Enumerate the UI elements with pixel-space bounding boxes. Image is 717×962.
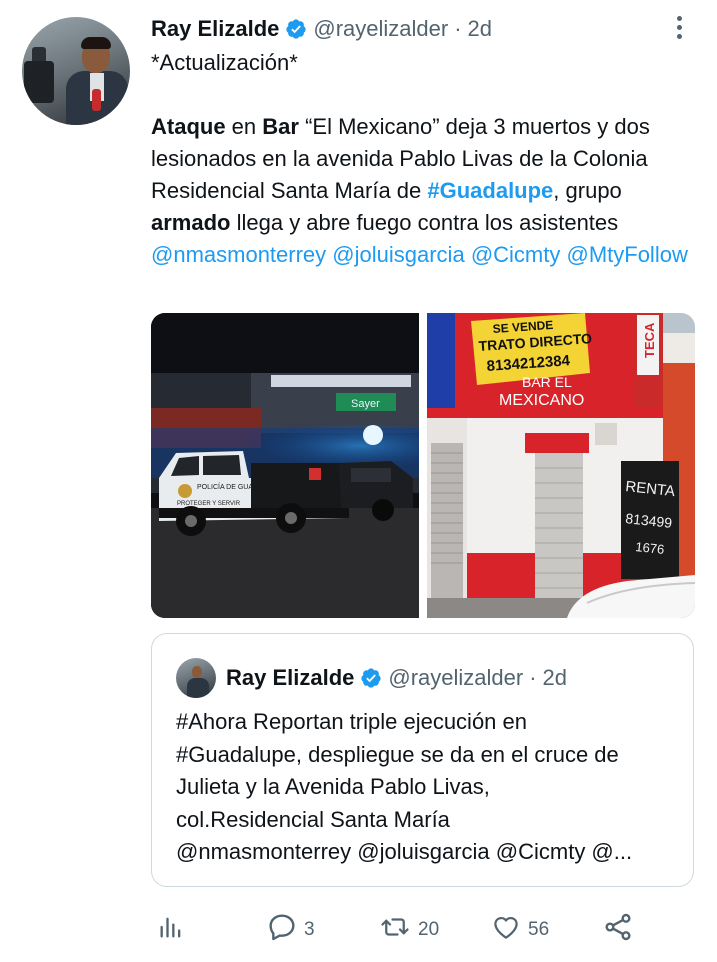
- retweet-count: 20: [418, 919, 440, 940]
- photo1-truck-motto: PROTEGER Y SERVIR: [177, 501, 241, 507]
- quoted-line: #Ahora Reportan triple ejecución en: [176, 709, 528, 734]
- avatar-microphone: [92, 89, 101, 111]
- photo2-bar-name-2: MEXICANO: [499, 392, 584, 409]
- hashtag-guadalupe[interactable]: #Guadalupe: [427, 178, 553, 203]
- share-button[interactable]: [602, 910, 634, 950]
- photo1-sign-text: Sayer: [351, 398, 380, 410]
- retweet-button[interactable]: 20: [378, 910, 439, 950]
- retweet-icon: [378, 912, 412, 948]
- reply-icon: [266, 911, 298, 949]
- tweet-header: Ray Elizalde @rayelizalder · 2d: [151, 16, 492, 42]
- mention-mtyfollow[interactable]: @MtyFollow: [566, 242, 687, 267]
- quoted-author-name: Ray Elizalde: [226, 665, 355, 690]
- verified-badge-icon: [285, 18, 307, 40]
- photo2-bar-name-1: BAR EL: [522, 374, 572, 390]
- quoted-line: #Guadalupe, despliegue se da en el cruce…: [176, 741, 619, 767]
- quoted-separator: ·: [529, 665, 537, 690]
- quoted-author-handle: @rayelizalder: [388, 665, 524, 690]
- like-icon: [490, 912, 522, 948]
- quoted-line: col.Residencial Santa María: [176, 806, 450, 832]
- quoted-text: #Ahora Reportan triple ejecución en #Gua…: [176, 706, 676, 869]
- bold-bar: Bar: [262, 114, 299, 139]
- analytics-icon: [157, 913, 185, 947]
- quoted-line: @nmasmonterrey @joluisgarcia @Cicmty @..…: [176, 839, 633, 864]
- quoted-time: 2d: [542, 665, 568, 690]
- author-handle[interactable]: @rayelizalder: [313, 16, 448, 42]
- mention-joluisgarcia[interactable]: @joluisgarcia: [332, 242, 464, 267]
- quoted-header: Ray Elizalde @rayelizalder · 2d: [226, 664, 567, 692]
- like-button[interactable]: 56: [490, 910, 549, 950]
- text-grupo: , grupo: [553, 178, 622, 203]
- tweet-text: *Actualización* Ataque en Bar “El Mexica…: [151, 47, 699, 271]
- reply-button[interactable]: 3: [266, 910, 315, 950]
- author-name[interactable]: Ray Elizalde: [151, 16, 279, 42]
- quoted-author-avatar[interactable]: [176, 658, 216, 698]
- bold-ataque: Ataque: [151, 114, 226, 139]
- quoted-tweet[interactable]: Ray Elizalde @rayelizalder · 2d #Ahora R…: [151, 633, 694, 887]
- tweet-intro-line: *Actualización*: [151, 50, 298, 75]
- more-options-icon[interactable]: [668, 12, 690, 42]
- avatar-camera: [24, 61, 54, 103]
- mention-nmasmonterrey[interactable]: @nmasmonterrey: [151, 242, 326, 267]
- verified-badge-icon: [360, 667, 382, 689]
- reply-count: 3: [304, 919, 315, 940]
- tweet-action-bar: 3 20 56: [0, 910, 717, 950]
- avatar-hair: [81, 37, 111, 49]
- like-count: 56: [528, 919, 550, 940]
- mention-cicmty[interactable]: @Cicmty: [471, 242, 561, 267]
- media-photo-bar[interactable]: TECA SE VENDE TRATO DIRECTO 8134212384 B…: [427, 313, 695, 618]
- media-photo-police[interactable]: Sayer POLICÍA DE GUADALUPE PROTEGER Y SE…: [151, 313, 419, 618]
- photo2-graffiti-3: 1676: [635, 539, 665, 557]
- photo1-truck-text: POLICÍA DE GUADALUPE: [197, 482, 281, 491]
- photo2-side-sign: TECA: [642, 322, 657, 358]
- bold-armado: armado: [151, 210, 231, 235]
- analytics-button[interactable]: [157, 910, 185, 950]
- text-en: en: [225, 114, 263, 139]
- share-icon: [602, 911, 634, 949]
- quoted-line: Julieta y la Avenida Pablo Livas,: [176, 774, 490, 799]
- author-avatar[interactable]: [22, 17, 130, 125]
- tweet-paragraph: Ataque en Bar “El Mexicano” deja 3 muert…: [151, 111, 699, 271]
- text-end: llega y abre fuego contra los asistentes: [230, 210, 619, 235]
- tweet-time[interactable]: 2d: [468, 16, 492, 42]
- header-separator: ·: [454, 16, 462, 41]
